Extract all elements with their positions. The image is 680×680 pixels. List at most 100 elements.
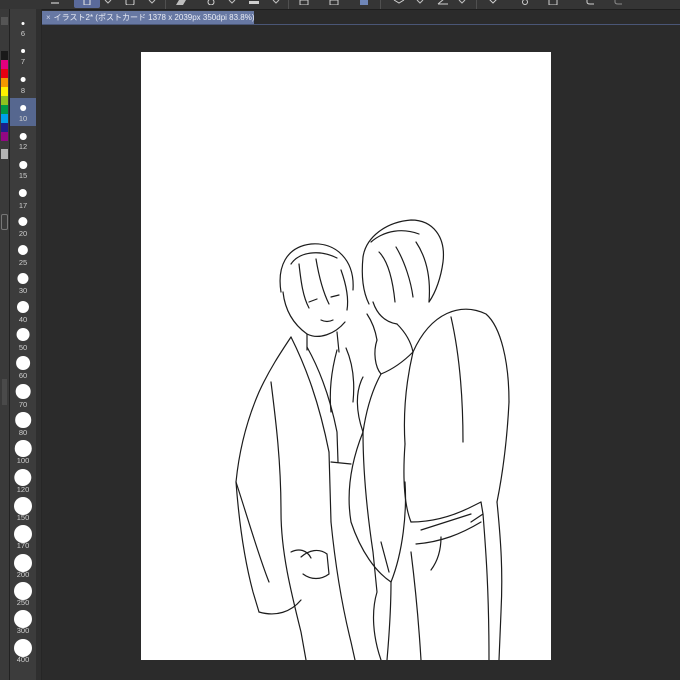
tab-strip-underline [42,24,680,25]
brush-size-item-200[interactable]: 200 [10,552,36,580]
brush-size-label: 10 [18,114,28,124]
brush-tip-preview [14,440,32,457]
chevron-down-icon[interactable] [146,0,158,8]
brush-size-label: 6 [20,29,26,38]
palette-swatch[interactable] [1,69,8,78]
color-palette-strip [0,9,10,680]
brush-size-item-17[interactable]: 17 [10,183,36,211]
brush-size-item-50[interactable]: 50 [10,325,36,353]
brush-size-item-8[interactable]: 8 [10,70,36,98]
brush-size-item-120[interactable]: 120 [10,467,36,495]
transform-icon[interactable] [326,0,342,8]
brush-size-item-70[interactable]: 70 [10,382,36,410]
rotate-icon[interactable] [516,0,534,8]
brush-size-label: 15 [18,170,28,180]
brush-size-item-300[interactable]: 300 [10,608,36,636]
brush-size-label: 70 [18,399,28,409]
scroll-thumb[interactable] [1,214,8,230]
brush-size-item-12[interactable]: 12 [10,126,36,154]
brush-tip-preview [19,133,27,140]
brush-size-panel: 6 7 8 10 12 15 17 20 25 30 40 50 60 70 80 100 120 150 170 2… [10,9,37,680]
flip-icon[interactable] [484,0,502,8]
brush-tip-preview [17,300,29,313]
palette-swatch[interactable] [1,96,8,105]
brush-tip-preview [21,21,25,25]
chevron-down-icon[interactable] [270,0,282,8]
toolbar-divider [288,0,289,9]
toolbar-divider [165,0,166,9]
palette-swatch[interactable] [1,78,8,87]
redo-icon[interactable] [610,0,626,8]
brush-size-item-25[interactable]: 25 [10,240,36,268]
panel-handle[interactable] [2,379,7,405]
brush-size-label: 50 [18,342,28,352]
palette-swatch[interactable] [1,60,8,69]
brush-size-item-40[interactable]: 40 [10,297,36,325]
brush-size-item-15[interactable]: 15 [10,155,36,183]
brush-size-item-80[interactable]: 80 [10,410,36,438]
brush-size-label: 40 [18,314,28,324]
brush-size-label: 8 [20,85,26,95]
vector-icon[interactable] [434,0,452,8]
brush-size-label: 12 [18,142,28,152]
brush-tip-preview [19,161,27,169]
brush-tip-preview [15,412,31,428]
brush-size-label: 7 [20,57,26,67]
brush-tip-preview [14,468,32,486]
brush-size-item-100[interactable]: 100 [10,438,36,466]
brush-tip-preview [17,244,29,255]
brush-size-label: 120 [16,484,30,494]
edit-icon[interactable] [544,0,562,8]
brush-size-label: 17 [18,201,28,211]
palette-swatch[interactable] [1,132,8,141]
palette-swatch[interactable] [1,149,8,159]
brush-size-item-400[interactable]: 400 [10,637,36,665]
canvas-color-icon[interactable] [356,0,372,8]
brush-size-label: 170 [16,541,30,551]
palette-swatch[interactable] [1,87,8,96]
document-title: イラスト2* (ポストカード 1378 x 2039px 350dpi 83.8… [53,13,254,22]
brush-size-item-250[interactable]: 250 [10,580,36,608]
brush-size-label: 400 [16,654,30,664]
brush-tip-preview [21,49,25,54]
brush-size-label: 150 [16,512,30,522]
stack-icon[interactable] [390,0,408,8]
ruler-icon[interactable] [246,0,262,8]
palette-swatch[interactable] [1,114,8,123]
brush-size-item-30[interactable]: 30 [10,268,36,296]
undo-history-icon[interactable] [74,0,100,8]
brush-size-label: 80 [18,427,28,437]
view-rotate-icon[interactable] [122,0,138,8]
palette-swatch[interactable] [1,51,8,60]
drawing-canvas[interactable] [141,52,551,660]
close-icon[interactable]: × [46,13,51,22]
chevron-down-icon[interactable] [226,0,238,8]
brush-tip-preview [15,384,31,399]
brush-size-item-20[interactable]: 20 [10,211,36,239]
toolbar-divider [476,0,477,9]
brush-size-item-60[interactable]: 60 [10,353,36,381]
undo-icon[interactable] [582,0,598,8]
brush-size-item-170[interactable]: 170 [10,523,36,551]
chevron-down-icon[interactable] [102,0,114,8]
palette-handle[interactable] [1,17,8,25]
document-tab[interactable]: × イラスト2* (ポストカード 1378 x 2039px 350dpi 83.… [42,11,254,24]
brush-tip-preview [16,328,30,342]
menu-lines-icon[interactable] [48,0,62,8]
brush-size-item-150[interactable]: 150 [10,495,36,523]
selection-icon[interactable] [202,0,220,8]
brush-size-label: 250 [16,598,30,607]
chevron-down-icon[interactable] [414,0,426,8]
line-art-illustration [235,219,510,660]
layer-icon[interactable] [172,0,190,8]
brush-size-item-6[interactable]: 6 [10,13,36,41]
palette-swatch[interactable] [1,123,8,132]
palette-swatch[interactable] [1,105,8,114]
brush-tip-preview [17,272,29,284]
brush-tip-preview [18,188,28,198]
chevron-down-icon[interactable] [456,0,468,8]
brush-size-label: 30 [18,286,28,296]
fill-icon[interactable] [296,0,312,8]
brush-size-item-10[interactable]: 10 [10,98,36,127]
brush-size-item-7[interactable]: 7 [10,41,36,69]
